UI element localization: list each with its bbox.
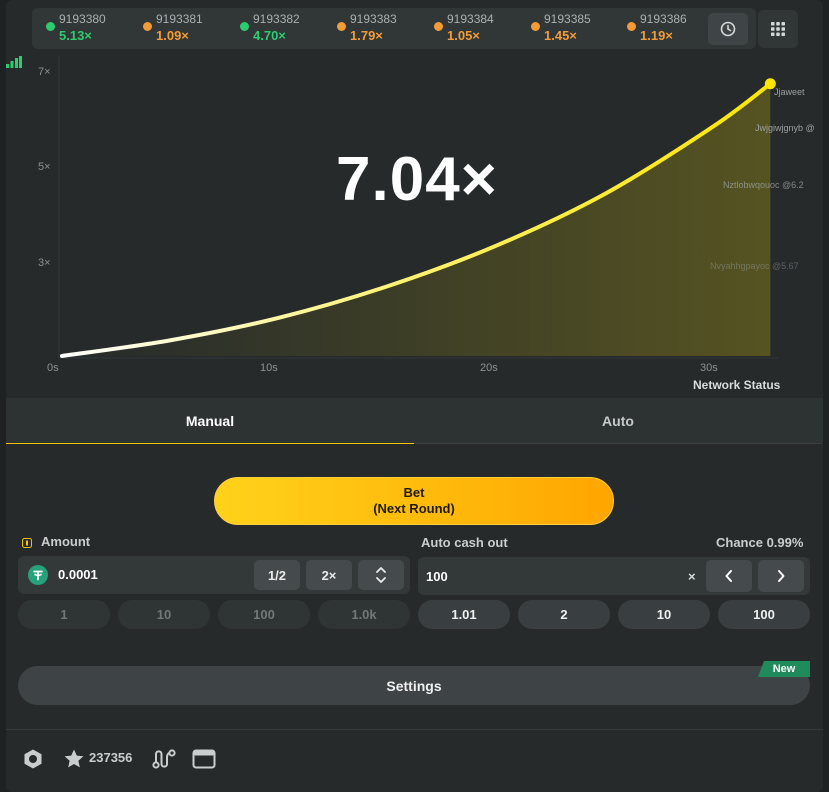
multiplier-suffix: ×	[688, 569, 696, 584]
bet-button[interactable]: Bet (Next Round)	[214, 477, 614, 525]
status-dot	[240, 22, 249, 31]
auto-cashout-input-box: 100 ×	[418, 557, 810, 595]
round-id: 9193385	[544, 12, 591, 26]
quick-cashout-button[interactable]: 10	[618, 600, 710, 629]
status-dot	[434, 22, 443, 31]
status-dot	[627, 22, 636, 31]
chevron-left-icon	[725, 570, 732, 582]
settings-button[interactable]: Settings	[18, 666, 810, 705]
chance-label: Chance 0.99%	[716, 535, 804, 550]
x-tick-label: 30s	[700, 362, 718, 374]
y-tick-label: 3×	[38, 257, 51, 269]
history-item[interactable]: 9193385 1.45×	[527, 12, 617, 46]
player-cashout-label: Nztlobwqouoc @6.2	[723, 180, 804, 190]
quick-amount-button[interactable]: 100	[218, 600, 310, 629]
round-id: 9193380	[59, 12, 106, 26]
x-tick-label: 20s	[480, 362, 498, 374]
half-amount-button[interactable]: 1/2	[254, 560, 300, 590]
round-id: 9193383	[350, 12, 397, 26]
player-cashout-label: Jjaweet	[774, 87, 805, 97]
x-tick-label: 10s	[260, 362, 278, 374]
round-multiplier: 1.45×	[544, 28, 577, 43]
round-multiplier: 1.09×	[156, 28, 189, 43]
menu-grid-button[interactable]	[758, 10, 798, 48]
quick-cashout-button[interactable]: 100	[718, 600, 810, 629]
history-item[interactable]: 9193384 1.05×	[430, 12, 520, 46]
round-id: 9193381	[156, 12, 203, 26]
status-dot	[143, 22, 152, 31]
round-id: 9193386	[640, 12, 687, 26]
round-multiplier: 1.05×	[447, 28, 480, 43]
amount-label: Amount	[41, 534, 91, 549]
amount-input[interactable]: 0.0001	[58, 567, 98, 582]
x-tick-label: 0s	[47, 362, 59, 374]
round-multiplier: 1.19×	[640, 28, 673, 43]
multiplier-chart: 7× 5× 3× 0s 10s 20s 30s Jjaweet Jwjgiwjg…	[6, 56, 823, 396]
new-badge: New	[758, 661, 810, 677]
current-multiplier: 7.04×	[336, 145, 498, 214]
amount-input-box: 0.0001 1/2 2×	[18, 556, 410, 594]
route-icon[interactable]	[152, 748, 176, 770]
tab-manual[interactable]: Manual	[6, 398, 414, 444]
round-multiplier: 4.70×	[253, 28, 286, 43]
status-dot	[337, 22, 346, 31]
round-multiplier: 5.13×	[59, 28, 92, 43]
status-dot	[531, 22, 540, 31]
chevron-up-down-icon	[376, 567, 386, 583]
decrease-cashout-button[interactable]	[706, 560, 752, 592]
amount-stepper-button[interactable]	[358, 560, 404, 590]
y-tick-label: 5×	[38, 161, 51, 173]
player-cashout-label: Nvyahhgpayoc @5.67	[710, 261, 799, 271]
usdt-icon	[28, 565, 48, 585]
player-cashout-label: Jwjgiwjgnyb @	[755, 123, 815, 133]
round-id: 9193384	[447, 12, 494, 26]
auto-cashout-input[interactable]: 100	[426, 569, 448, 584]
quick-cashout-button[interactable]: 1.01	[418, 600, 510, 629]
coin-icon	[22, 538, 32, 548]
bet-mode-tabs: Manual Auto	[6, 398, 823, 444]
window-icon[interactable]	[192, 748, 216, 770]
quick-amount-button[interactable]: 1.0k	[318, 600, 410, 629]
history-item[interactable]: 9193380 5.13×	[42, 12, 132, 46]
auto-cashout-label: Auto cash out	[421, 535, 508, 550]
round-history-bar: 9193380 5.13× 9193381 1.09× 9193382 4.70…	[32, 8, 756, 49]
bet-button-label: Bet	[403, 485, 425, 500]
tab-auto[interactable]: Auto	[414, 398, 822, 444]
chevron-right-icon	[778, 570, 785, 582]
history-item[interactable]: 9193383 1.79×	[333, 12, 423, 46]
quick-cashout-button[interactable]: 2	[518, 600, 610, 629]
network-status-label: Network Status	[693, 378, 781, 392]
curve-area	[62, 83, 771, 356]
round-multiplier: 1.79×	[350, 28, 383, 43]
chart-canvas	[58, 56, 778, 359]
signal-icon	[6, 56, 22, 68]
favorites-count: 237356	[89, 750, 133, 765]
history-button[interactable]	[708, 13, 748, 45]
fairness-icon[interactable]	[22, 748, 44, 770]
clock-icon	[720, 21, 736, 37]
increase-cashout-button[interactable]	[758, 560, 804, 592]
double-amount-button[interactable]: 2×	[306, 560, 352, 590]
history-item[interactable]: 9193382 4.70×	[236, 12, 326, 46]
quick-amount-button[interactable]: 10	[118, 600, 210, 629]
bet-button-sublabel: (Next Round)	[373, 501, 455, 516]
crash-game-app: 9193380 5.13× 9193381 1.09× 9193382 4.70…	[6, 0, 823, 792]
status-dot	[46, 22, 55, 31]
star-icon[interactable]	[63, 748, 85, 770]
round-id: 9193382	[253, 12, 300, 26]
grid-icon	[771, 22, 785, 36]
footer-toolbar: 237356	[6, 729, 823, 792]
y-tick-label: 7×	[38, 66, 51, 78]
history-item[interactable]: 9193381 1.09×	[139, 12, 229, 46]
quick-amount-button[interactable]: 1	[18, 600, 110, 629]
history-item[interactable]: 9193386 1.19×	[623, 12, 713, 46]
